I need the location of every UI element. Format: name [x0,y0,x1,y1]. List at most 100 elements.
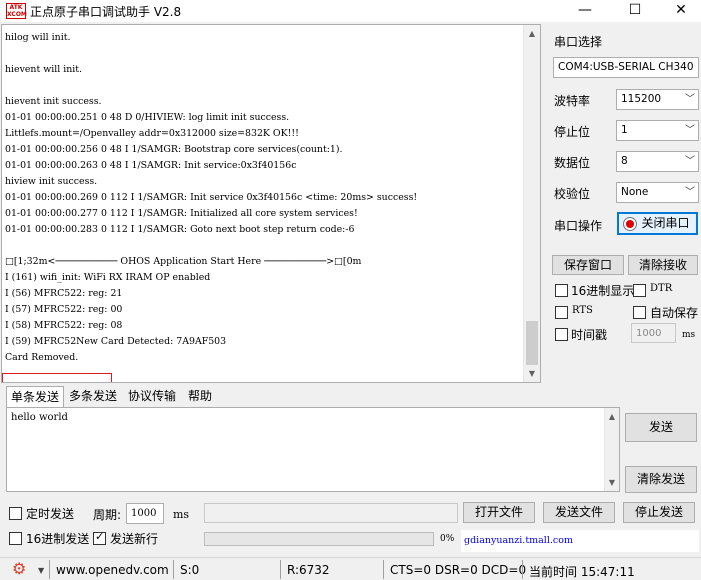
send-progress-bar [204,532,434,546]
port-op-label: 串口操作 [554,219,603,233]
auto-save-checkbox[interactable] [633,306,646,319]
logo-text: ATK XCOM [7,4,27,18]
data-bits-select[interactable]: 8 ﹀ [616,151,699,172]
receive-line [5,46,525,62]
hex-send-checkbox[interactable] [9,532,22,545]
send-input[interactable]: hello world ▲ ▼ [6,407,620,492]
baud-label: 波特率 [554,94,591,108]
port-value: COM4:USB-SERIAL CH340 [558,61,694,73]
close-port-label: 关闭串口 [641,216,690,230]
timestamp-checkbox[interactable] [555,328,568,341]
tab-multi-send[interactable]: 多条发送 [66,386,120,407]
receive-line: 01-01 00:00:00.283 0 112 I 1/SAMGR: Goto… [5,224,355,235]
highlight-box [2,373,112,382]
hex-display-label: 16进制显示 [571,284,635,298]
window-title: 正点原子串口调试助手 V2.8 [30,5,182,19]
receive-line: □[1;32m<─────────── OHOS Application Sta… [5,256,362,267]
receive-line: Card Removed. [5,352,79,363]
send-text: hello world [11,412,68,423]
stop-send-button[interactable]: 停止发送 [623,502,695,523]
scroll-down-icon[interactable]: ▼ [524,365,540,382]
open-file-button[interactable]: 打开文件 [463,502,535,523]
app-logo: ATK XCOM [6,3,27,19]
website-link[interactable]: www.openedv.com [56,563,169,577]
ad-link-area[interactable]: gdianyuanzi.tmall.com [461,530,699,552]
hex-send-label: 16进制发送 [26,532,90,546]
timestamp-unit: ms [682,330,696,340]
progress-text: 0% [440,534,455,544]
stop-bits-label: 停止位 [554,125,591,139]
period-input[interactable]: 1000 [126,503,164,524]
receive-area[interactable]: hilog will init. hievent will init. hieven… [1,24,541,383]
sent-count: S:0 [180,563,200,577]
period-label: 周期: [93,508,122,522]
receive-line: 01-01 00:00:00.251 0 48 D 0/HIVIEW: log … [5,112,290,123]
stop-bits-select[interactable]: 1 ﹀ [616,120,699,141]
baud-select[interactable]: 115200 ﹀ [616,89,699,110]
minimize-button[interactable]: — [562,0,608,22]
send-file-button[interactable]: 发送文件 [543,502,615,523]
status-indicator-icon [623,217,637,231]
receive-line: Littlefs.mount=/Openvalley addr=0x312000… [5,128,299,139]
close-port-button[interactable]: 关闭串口 [617,212,698,235]
tab-help[interactable]: 帮助 [184,386,216,407]
receive-line: hievent will init. [5,64,82,75]
scroll-up-icon[interactable]: ▲ [605,408,619,425]
receive-line: I (57) MFRC522: reg: 00 [5,304,123,315]
scroll-down-icon[interactable]: ▼ [605,474,619,491]
send-scrollbar[interactable]: ▲ ▼ [604,408,619,491]
parity-select[interactable]: None ﹀ [616,182,699,203]
receive-line: 01-01 00:00:00.277 0 112 I 1/SAMGR: Init… [5,208,358,219]
scroll-up-icon[interactable]: ▲ [524,25,540,42]
hex-display-checkbox[interactable] [555,284,568,297]
scroll-thumb[interactable] [526,321,538,365]
status-bar: ⚙ ▼ www.openedv.com S:0 R:6732 CTS=0 DSR… [0,557,701,580]
receive-text: hilog will init. hievent will init. hieven… [5,30,525,366]
timed-send-checkbox[interactable] [9,507,22,520]
current-time: 当前时间 15:47:11 [529,565,635,579]
receive-line: I (59) MFRC52New Card Detected: 7A9AF503 [5,336,227,347]
send-newline-checkbox[interactable] [93,530,106,545]
chevron-down-icon: ﹀ [685,156,695,167]
stop-bits-value: 1 [621,124,628,136]
timed-send-label: 定时发送 [26,507,75,521]
receive-line [5,238,525,254]
timestamp-label: 时间戳 [571,328,608,342]
baud-value: 115200 [621,93,662,105]
auto-save-label: 自动保存 [650,306,699,320]
close-button[interactable]: ✕ [658,0,701,22]
receive-line: 01-01 00:00:00.263 0 48 I 1/SAMGR: Init … [5,160,297,171]
chevron-down-icon: ﹀ [685,187,695,198]
parity-value: None [621,186,649,198]
caret-down-icon[interactable]: ▼ [38,566,44,575]
line-signals: CTS=0 DSR=0 DCD=0 [390,563,527,577]
maximize-button[interactable]: ☐ [612,0,658,22]
rts-checkbox[interactable] [555,306,568,319]
receive-line: hilog will init. [5,32,71,43]
chevron-down-icon: ﹀ [685,94,695,105]
title-bar: ATK XCOM 正点原子串口调试助手 V2.8 — ☐ ✕ [0,0,701,22]
dtr-checkbox[interactable] [633,284,646,297]
tab-protocol[interactable]: 协议传输 [124,386,180,407]
send-newline-label: 发送新行 [110,532,159,546]
ad-link[interactable]: gdianyuanzi.tmall.com [464,535,573,546]
clear-send-button[interactable]: 清除发送 [625,466,697,493]
receive-line: 01-01 00:00:00.269 0 112 I 1/SAMGR: Init… [5,192,418,203]
file-path-field[interactable] [204,503,458,523]
save-window-button[interactable]: 保存窗口 [552,255,624,275]
data-bits-label: 数据位 [554,156,591,170]
dtr-label: DTR [650,283,673,294]
receive-line: 01-01 00:00:00.256 0 48 I 1/SAMGR: Boots… [5,144,343,155]
timestamp-input[interactable]: 1000 [631,323,676,343]
chevron-down-icon: ﹀ [685,125,695,136]
port-select[interactable]: COM4:USB-SERIAL CH340 [553,57,699,78]
receive-scrollbar[interactable]: ▲ ▼ [523,25,540,382]
send-button[interactable]: 发送 [625,413,697,442]
data-bits-value: 8 [621,155,628,167]
clear-receive-button[interactable]: 清除接收 [628,255,698,275]
rts-label: RTS [572,305,593,316]
gear-icon[interactable]: ⚙ [12,561,26,577]
parity-label: 校验位 [554,187,591,201]
port-section-label: 串口选择 [554,35,603,49]
tab-single-send[interactable]: 单条发送 [6,386,64,407]
